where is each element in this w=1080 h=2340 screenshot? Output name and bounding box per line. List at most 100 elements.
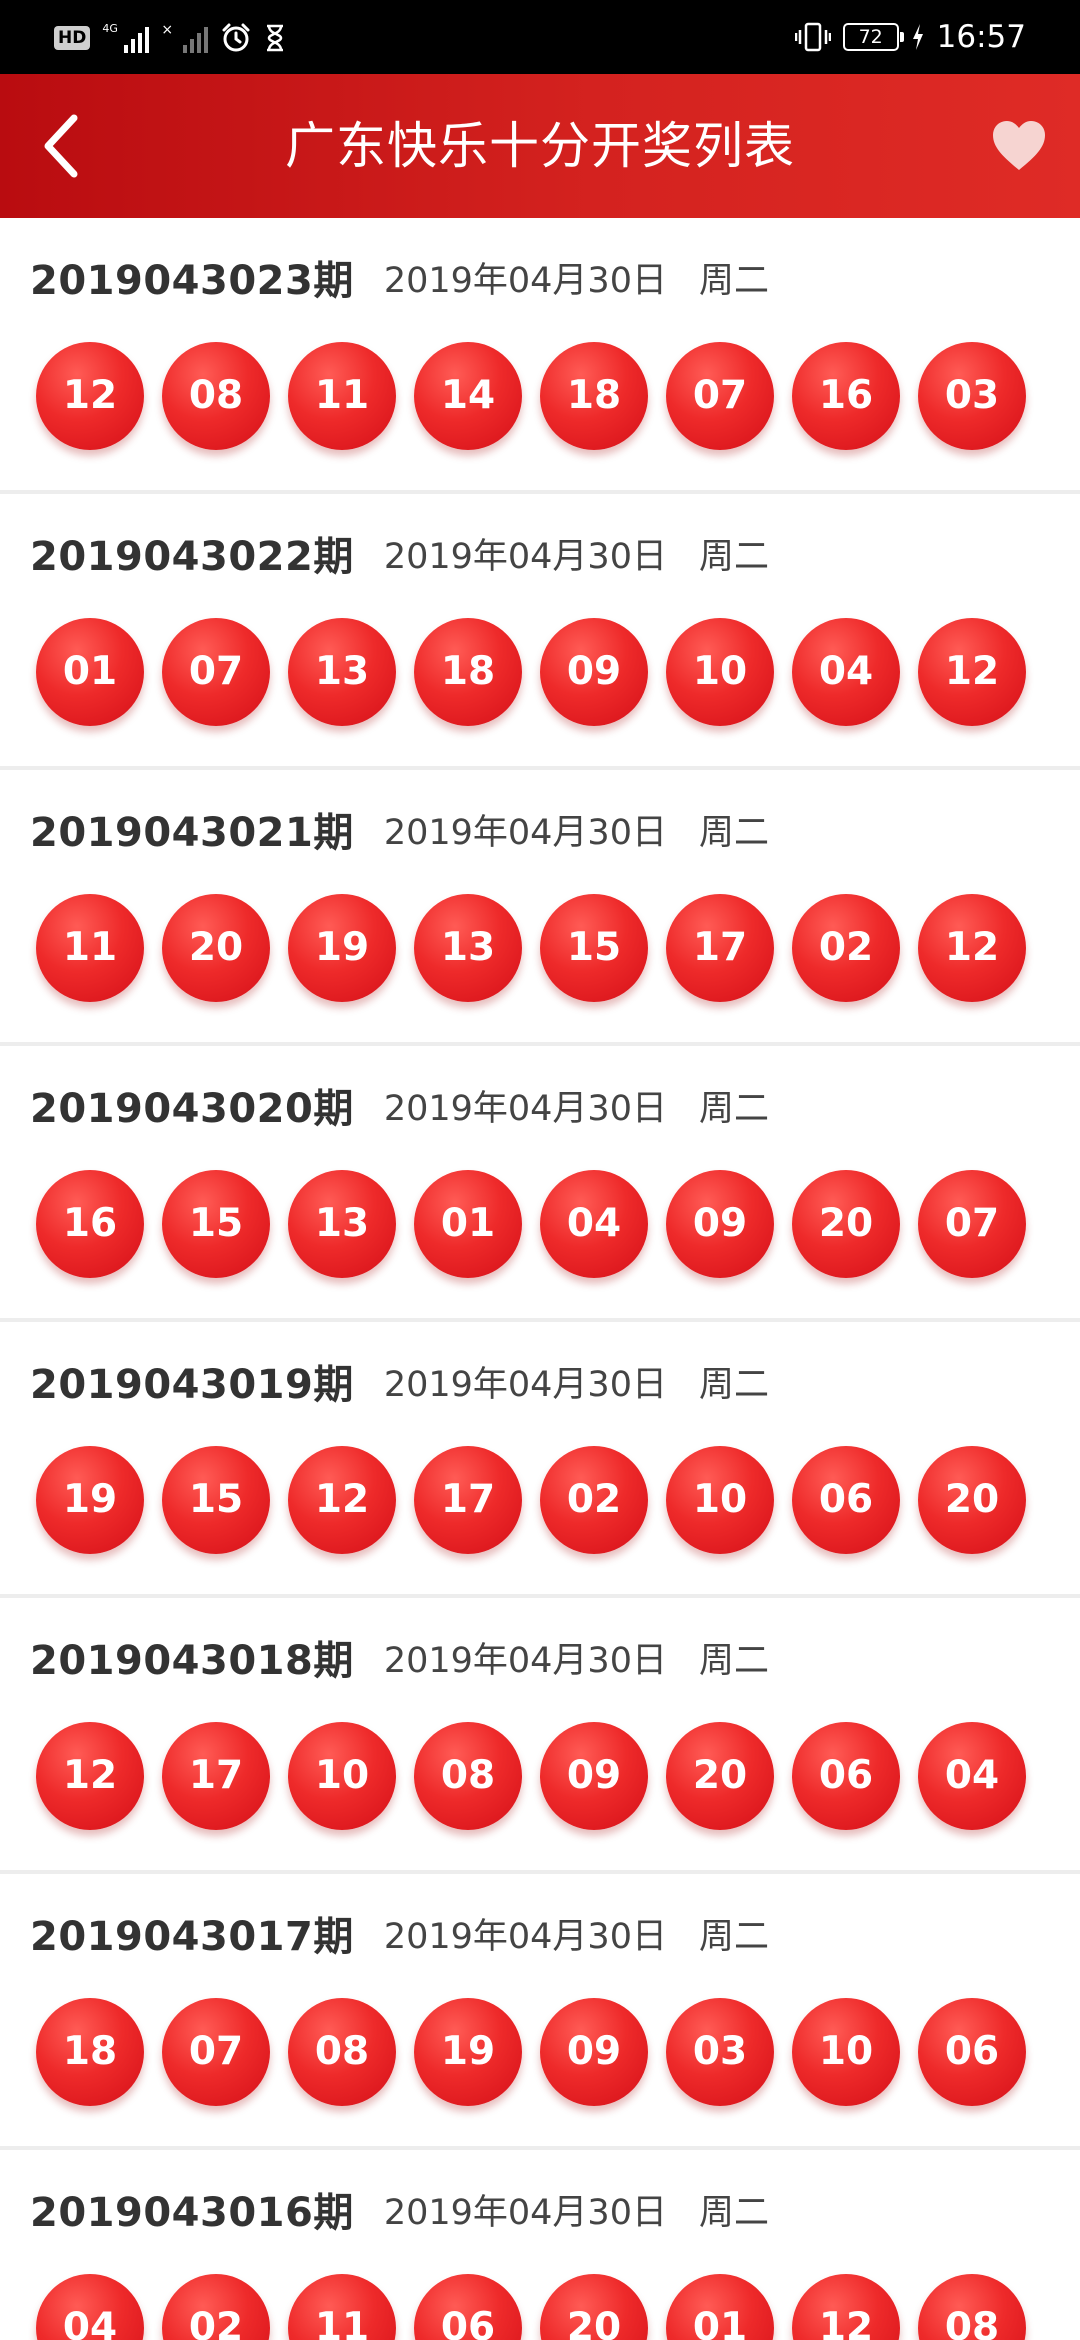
number-ball: 20 [792, 1170, 900, 1278]
number-ball: 12 [36, 342, 144, 450]
number-ball: 17 [162, 1722, 270, 1830]
number-ball: 06 [918, 1998, 1026, 2106]
number-ball: 04 [36, 2274, 144, 2340]
number-ball: 10 [666, 1446, 774, 1554]
number-ball: 11 [36, 894, 144, 1002]
number-balls: 12 08 11 14 18 07 16 03 [36, 342, 1026, 450]
draw-date: 2019年04月30日 [383, 2192, 667, 2233]
number-ball: 20 [918, 1446, 1026, 1554]
number-ball: 20 [162, 894, 270, 1002]
draw-date: 2019年04月30日 [383, 1916, 667, 1957]
number-ball: 06 [414, 2274, 522, 2340]
number-ball: 19 [414, 1998, 522, 2106]
issue-number: 2019043018期 [30, 1638, 354, 1684]
number-ball: 11 [288, 342, 396, 450]
screen: HD 4G × 72 16:57 广东快乐十分开奖列表 2019043023期 … [0, 0, 1080, 2340]
number-ball: 07 [666, 342, 774, 450]
favorite-button[interactable] [990, 118, 1048, 174]
draw-header: 2019043016期 2019年04月30日 周二 [30, 2178, 769, 2240]
number-ball: 19 [288, 894, 396, 1002]
draw-list-item[interactable]: 2019043016期 2019年04月30日 周二 04 02 11 06 20 01 12 08 [0, 2150, 1080, 2340]
number-ball: 09 [540, 1722, 648, 1830]
number-ball: 13 [414, 894, 522, 1002]
issue-number: 2019043016期 [30, 2190, 354, 2236]
draw-header: 2019043023期 2019年04月30日 周二 [30, 246, 769, 308]
number-ball: 09 [666, 1170, 774, 1278]
number-ball: 02 [792, 894, 900, 1002]
draw-weekday: 周二 [698, 812, 769, 853]
network-type-label: 4G [102, 22, 118, 35]
signal-bars [124, 25, 150, 53]
number-ball: 02 [162, 2274, 270, 2340]
no-signal-icon: × [161, 23, 209, 53]
number-balls: 19 15 12 17 02 10 06 20 [36, 1446, 1026, 1554]
draw-weekday: 周二 [698, 1364, 769, 1405]
draw-date: 2019年04月30日 [383, 812, 667, 853]
number-ball: 01 [666, 2274, 774, 2340]
draw-list-item[interactable]: 2019043021期 2019年04月30日 周二 11 20 19 13 15 17 02 12 [0, 770, 1080, 1046]
draw-date: 2019年04月30日 [383, 536, 667, 577]
number-ball: 01 [36, 618, 144, 726]
number-balls: 04 02 11 06 20 01 12 08 [36, 2274, 1026, 2340]
draw-list[interactable]: 2019043023期 2019年04月30日 周二 12 08 11 14 18 07 16 03… [0, 218, 1080, 2340]
number-balls: 18 07 08 19 09 03 10 06 [36, 1998, 1026, 2106]
draw-header: 2019043019期 2019年04月30日 周二 [30, 1350, 769, 1412]
number-ball: 07 [162, 618, 270, 726]
number-ball: 07 [162, 1998, 270, 2106]
issue-number: 2019043017期 [30, 1914, 354, 1960]
draw-weekday: 周二 [698, 1640, 769, 1681]
number-ball: 04 [540, 1170, 648, 1278]
number-ball: 12 [918, 894, 1026, 1002]
draw-list-item[interactable]: 2019043022期 2019年04月30日 周二 01 07 13 18 09 10 04 12 [0, 494, 1080, 770]
draw-header: 2019043021期 2019年04月30日 周二 [30, 798, 769, 860]
number-ball: 14 [414, 342, 522, 450]
battery-icon: 72 [842, 23, 904, 51]
hourglass-icon [267, 24, 284, 52]
number-ball: 08 [288, 1998, 396, 2106]
number-ball: 19 [36, 1446, 144, 1554]
number-ball: 04 [918, 1722, 1026, 1830]
number-ball: 01 [414, 1170, 522, 1278]
number-ball: 12 [918, 618, 1026, 726]
number-ball: 03 [666, 1998, 774, 2106]
number-ball: 13 [288, 1170, 396, 1278]
draw-weekday: 周二 [698, 536, 769, 577]
draw-weekday: 周二 [698, 2192, 769, 2233]
issue-number: 2019043021期 [30, 810, 354, 856]
number-ball: 11 [288, 2274, 396, 2340]
number-ball: 20 [540, 2274, 648, 2340]
number-ball: 10 [288, 1722, 396, 1830]
draw-weekday: 周二 [698, 1916, 769, 1957]
draw-list-item[interactable]: 2019043019期 2019年04月30日 周二 19 15 12 17 02 10 06 20 [0, 1322, 1080, 1598]
status-bar: HD 4G × 72 16:57 [0, 0, 1080, 74]
draw-list-item[interactable]: 2019043018期 2019年04月30日 周二 12 17 10 08 09 20 06 04 [0, 1598, 1080, 1874]
draw-weekday: 周二 [698, 1088, 769, 1129]
number-ball: 10 [792, 1998, 900, 2106]
draw-header: 2019043018期 2019年04月30日 周二 [30, 1626, 769, 1688]
page-title: 广东快乐十分开奖列表 [285, 117, 795, 175]
draw-list-item[interactable]: 2019043020期 2019年04月30日 周二 16 15 13 01 04 09 20 07 [0, 1046, 1080, 1322]
number-ball: 12 [288, 1446, 396, 1554]
issue-number: 2019043020期 [30, 1086, 354, 1132]
draw-list-item[interactable]: 2019043017期 2019年04月30日 周二 18 07 08 19 09 03 10 06 [0, 1874, 1080, 2150]
number-ball: 18 [36, 1998, 144, 2106]
app-header: 广东快乐十分开奖列表 [0, 74, 1080, 218]
number-ball: 03 [918, 342, 1026, 450]
number-ball: 16 [792, 342, 900, 450]
draw-header: 2019043017期 2019年04月30日 周二 [30, 1902, 769, 1964]
draw-list-item[interactable]: 2019043023期 2019年04月30日 周二 12 08 11 14 18 07 16 03 [0, 218, 1080, 494]
heart-icon [993, 121, 1045, 170]
number-balls: 12 17 10 08 09 20 06 04 [36, 1722, 1026, 1830]
number-ball: 17 [666, 894, 774, 1002]
number-ball: 18 [414, 618, 522, 726]
charging-icon [912, 24, 923, 50]
number-ball: 15 [162, 1170, 270, 1278]
issue-number: 2019043023期 [30, 258, 354, 304]
issue-number: 2019043022期 [30, 534, 354, 580]
number-ball: 08 [162, 342, 270, 450]
issue-number: 2019043019期 [30, 1362, 354, 1408]
number-ball: 04 [792, 618, 900, 726]
hd-icon: HD [54, 26, 91, 50]
number-ball: 12 [36, 1722, 144, 1830]
number-ball: 15 [162, 1446, 270, 1554]
